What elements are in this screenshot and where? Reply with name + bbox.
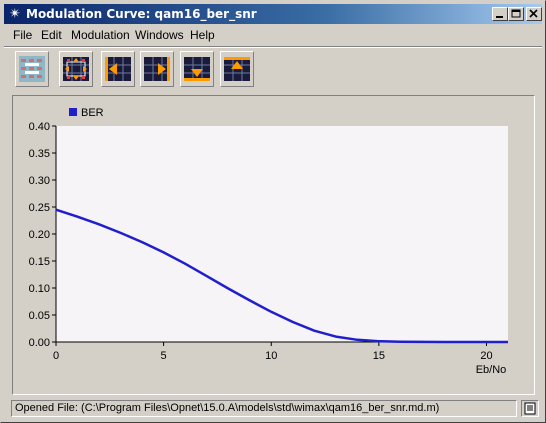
modulation-curve-window: ✴ Modulation Curve: qam16_ber_snr File E… [0, 0, 546, 423]
file-info-icon [524, 402, 536, 415]
pan-right-button[interactable] [140, 51, 174, 87]
menu-windows[interactable]: Windows [135, 28, 184, 42]
close-icon [529, 9, 538, 18]
menu-edit[interactable]: Edit [41, 28, 62, 42]
pan-right-icon [144, 57, 170, 81]
plot-panel: 0.00 0.05 0.10 0.15 0.20 0.25 0.30 0.35 0.40 0 5 10… [12, 95, 535, 395]
x-tick-label: 20 [480, 350, 492, 362]
pan-down-button[interactable] [180, 51, 214, 87]
pan-left-icon [105, 57, 131, 81]
menu-bar: File Edit Modulation Windows Help [4, 25, 542, 44]
menu-file[interactable]: File [13, 28, 32, 42]
y-tick-label: 0.05 [29, 310, 50, 322]
maximize-button[interactable] [508, 7, 524, 21]
status-icon-button[interactable] [521, 400, 539, 417]
y-tick-label: 0.00 [29, 337, 50, 349]
legend-swatch [69, 108, 77, 116]
app-icon[interactable]: ✴ [7, 6, 23, 22]
x-tick-label: 15 [373, 350, 385, 362]
minimize-button[interactable] [492, 7, 508, 21]
grid-toggle-button[interactable] [15, 51, 49, 87]
y-tick-label: 0.35 [29, 148, 50, 160]
toolbar-separator [4, 46, 542, 48]
status-bar: Opened File: (C:\Program Files\Opnet\15.… [11, 400, 517, 417]
y-tick-label: 0.25 [29, 202, 50, 214]
y-tick-label: 0.10 [29, 283, 50, 295]
pan-up-button[interactable] [220, 51, 254, 87]
y-tick-label: 0.20 [29, 229, 50, 241]
window-title: Modulation Curve: qam16_ber_snr [26, 7, 257, 21]
title-bar[interactable]: ✴ Modulation Curve: qam16_ber_snr [4, 4, 542, 24]
x-tick-label: 5 [161, 350, 167, 362]
x-axis-label: Eb/No [476, 364, 507, 376]
x-tick-label: 10 [265, 350, 277, 362]
close-button[interactable] [526, 7, 542, 21]
grid-toggle-icon [19, 56, 45, 82]
pan-up-icon [224, 57, 250, 81]
y-tick-label: 0.40 [29, 121, 50, 133]
fit-view-button[interactable] [59, 51, 93, 87]
pan-down-icon [184, 57, 210, 81]
x-tick-label: 0 [53, 350, 59, 362]
minimize-icon [496, 16, 503, 18]
y-tick-label: 0.15 [29, 256, 50, 268]
legend-label-ber: BER [81, 107, 104, 119]
maximize-icon [511, 9, 521, 18]
fit-view-icon [63, 57, 89, 81]
menu-modulation[interactable]: Modulation [71, 28, 130, 42]
pan-left-button[interactable] [101, 51, 135, 87]
y-tick-label: 0.30 [29, 175, 50, 187]
ber-chart: 0.00 0.05 0.10 0.15 0.20 0.25 0.30 0.35 0.40 0 5 10… [29, 107, 508, 376]
menu-help[interactable]: Help [190, 28, 215, 42]
